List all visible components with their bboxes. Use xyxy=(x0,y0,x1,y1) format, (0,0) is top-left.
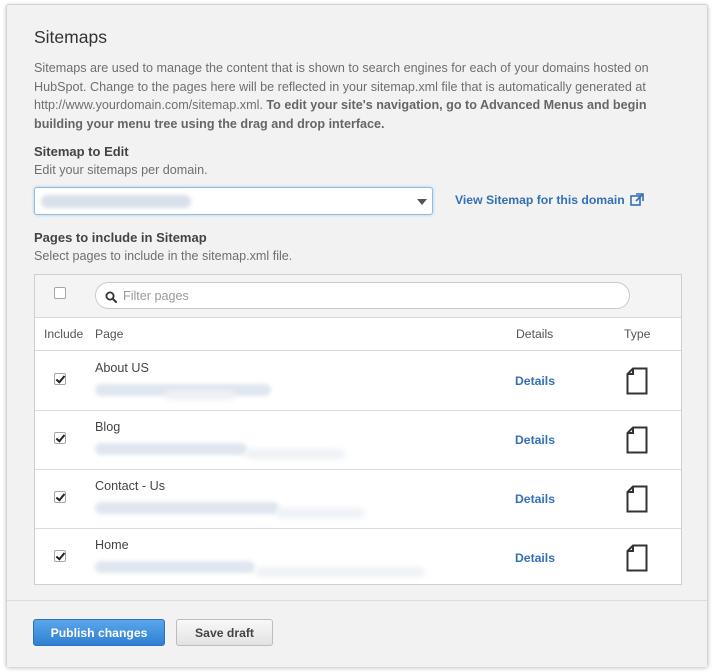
table-row: Blog Details xyxy=(35,411,681,470)
page-icon xyxy=(626,367,648,400)
col-include: Include xyxy=(44,327,84,341)
table-row: Home Details xyxy=(35,529,681,586)
table-header: Include Page Details Type xyxy=(35,318,681,351)
page-name: Blog xyxy=(95,420,121,434)
col-page: Page xyxy=(95,327,124,341)
search-icon xyxy=(105,290,117,308)
include-checkbox[interactable] xyxy=(54,491,66,503)
col-type: Type xyxy=(624,327,651,341)
table-body: About US Details Blog Details Contact - … xyxy=(35,352,681,586)
view-sitemap-link[interactable]: View Sitemap for this domain xyxy=(455,193,644,207)
filter-bar: Filter pages xyxy=(35,275,681,318)
publish-changes-button[interactable]: Publish changes xyxy=(33,619,165,646)
sitemap-to-edit-help: Edit your sitemaps per domain. xyxy=(34,163,208,177)
page-icon xyxy=(626,544,648,577)
domain-select-value xyxy=(41,195,191,208)
page-url-extra xyxy=(245,449,345,459)
pages-section-label: Pages to include in Sitemap xyxy=(34,230,207,245)
page-url[interactable] xyxy=(95,561,255,573)
intro-text: Sitemaps are used to manage the content … xyxy=(34,59,686,133)
details-link[interactable]: Details xyxy=(515,551,555,565)
page-url-extra xyxy=(165,390,235,400)
domain-select[interactable] xyxy=(34,187,433,215)
page-url-extra xyxy=(255,567,425,577)
pages-table: Filter pages Include Page Details Type A… xyxy=(34,274,682,585)
chevron-down-icon xyxy=(417,199,427,205)
page-title: Sitemaps xyxy=(34,27,107,47)
sitemaps-panel: Sitemaps Sitemaps are used to manage the… xyxy=(6,4,708,667)
details-link[interactable]: Details xyxy=(515,492,555,506)
select-all-checkbox[interactable] xyxy=(54,287,66,299)
include-checkbox[interactable] xyxy=(54,432,66,444)
page-url[interactable] xyxy=(95,443,247,455)
external-link-icon xyxy=(629,193,644,207)
footer-bar: Publish changes Save draft xyxy=(7,600,707,667)
page-name: Home xyxy=(95,538,129,552)
page-name: About US xyxy=(95,361,149,375)
filter-placeholder: Filter pages xyxy=(123,289,189,303)
page-url[interactable] xyxy=(95,502,279,514)
filter-pages-input[interactable]: Filter pages xyxy=(95,282,630,309)
pages-section-help: Select pages to include in the sitemap.x… xyxy=(34,249,293,263)
view-sitemap-link-label: View Sitemap for this domain xyxy=(455,193,625,207)
include-checkbox[interactable] xyxy=(54,550,66,562)
details-link[interactable]: Details xyxy=(515,433,555,447)
include-checkbox[interactable] xyxy=(54,373,66,385)
details-link[interactable]: Details xyxy=(515,374,555,388)
col-details: Details xyxy=(516,327,554,341)
page-icon xyxy=(626,426,648,459)
page-url-extra xyxy=(275,508,365,518)
save-draft-button[interactable]: Save draft xyxy=(176,619,273,646)
table-row: Contact - Us Details xyxy=(35,470,681,529)
table-row: About US Details xyxy=(35,352,681,411)
page-name: Contact - Us xyxy=(95,479,165,493)
sitemap-to-edit-label: Sitemap to Edit xyxy=(34,144,129,159)
page-icon xyxy=(626,485,648,518)
